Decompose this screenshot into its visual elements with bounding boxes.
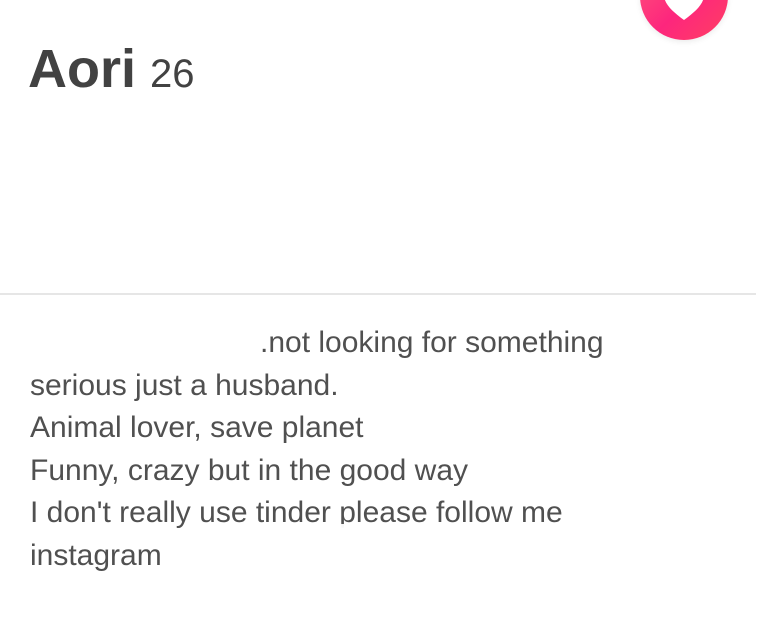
bio-line: Animal lover, save planet [30, 411, 364, 444]
heart-icon [665, 0, 703, 20]
redaction-mark [22, 322, 258, 366]
divider [0, 293, 756, 295]
profile-age: 26 [150, 52, 195, 96]
bio-line: serious just a husband. [30, 368, 339, 402]
bio-line: Funny, crazy but in the good way [30, 453, 469, 487]
redaction-mark [176, 524, 656, 588]
like-button[interactable] [640, 0, 728, 40]
profile-header: Aori 26 [28, 38, 195, 100]
profile-name: Aori [28, 39, 136, 99]
